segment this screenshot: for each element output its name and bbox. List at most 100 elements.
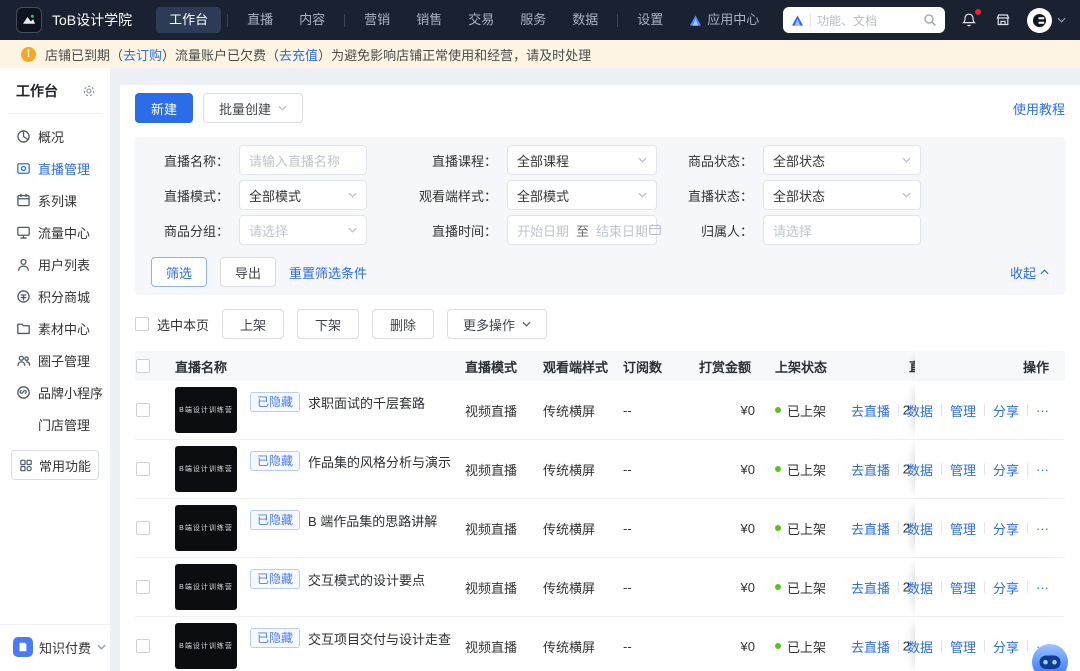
global-search-input[interactable]: 功能、文档: [783, 7, 945, 33]
row-checkbox[interactable]: [136, 639, 150, 653]
sidebar-item-1[interactable]: 直播管理: [0, 152, 110, 184]
content-card: 新建 批量创建 使用教程 直播名称：请输入直播名称直播课程：全部课程商品状态：全…: [120, 85, 1080, 671]
hidden-badge: 已隐藏: [250, 628, 300, 648]
filter-input[interactable]: 请选择: [763, 215, 921, 245]
collapse-link[interactable]: 收起: [1010, 263, 1049, 282]
knowledge-pay-switcher[interactable]: 知识付费: [0, 624, 110, 659]
common-functions-button[interactable]: 常用功能: [11, 450, 99, 480]
filter-select[interactable]: 全部课程: [507, 145, 657, 175]
sidebar-item-8[interactable]: 品牌小程序: [0, 376, 110, 408]
action-divider: [1027, 463, 1028, 475]
nav-item-3[interactable]: 营销: [351, 7, 403, 33]
sidebar-item-0[interactable]: 概况: [0, 120, 110, 152]
sidebar-item-7[interactable]: 圈子管理: [0, 344, 110, 376]
nav-item-8[interactable]: 设置: [624, 7, 676, 33]
nav-item-0[interactable]: 工作台: [156, 7, 221, 33]
header-checkbox[interactable]: [136, 359, 150, 373]
more-link[interactable]: ···: [1036, 521, 1049, 536]
sidebar-item-label: 品牌小程序: [38, 383, 103, 402]
live-title: 作品集的风格分析与演示: [308, 452, 451, 471]
user-menu[interactable]: [1027, 8, 1066, 33]
share-link[interactable]: 分享: [993, 578, 1019, 597]
manage-link[interactable]: 管理: [950, 519, 976, 538]
filter-daterange[interactable]: 开始日期至结束日期: [507, 215, 657, 245]
more-link[interactable]: ···: [1036, 580, 1049, 595]
notice-link[interactable]: 去订购: [123, 48, 162, 63]
grid-icon: [19, 458, 33, 472]
nav-item-2[interactable]: 内容: [286, 7, 338, 33]
share-link[interactable]: 分享: [993, 401, 1019, 420]
export-button[interactable]: 导出: [220, 257, 276, 287]
share-link[interactable]: 分享: [993, 637, 1019, 656]
nav-item-4[interactable]: 销售: [403, 7, 455, 33]
manage-link[interactable]: 管理: [950, 637, 976, 656]
live-mode: 视频直播: [465, 637, 517, 656]
date-end-placeholder: 结束日期: [596, 221, 648, 240]
filter-select[interactable]: 全部状态: [763, 180, 921, 210]
filter-input[interactable]: 请输入直播名称: [239, 145, 367, 175]
manage-link[interactable]: 管理: [950, 401, 976, 420]
triangle-logo-icon: [689, 14, 702, 27]
collapse-label: 收起: [1010, 263, 1036, 282]
more-actions-button[interactable]: 更多操作: [447, 309, 547, 339]
topnav-right: 功能、文档: [783, 7, 1066, 33]
nav-item-5[interactable]: 交易: [455, 7, 507, 33]
nav-item-9[interactable]: 应用中心: [676, 7, 772, 33]
nav-item-1[interactable]: 直播: [234, 7, 286, 33]
nav-item-label: 设置: [637, 7, 663, 33]
filter-field-2-2: 归属人：请选择: [681, 215, 1049, 245]
share-link[interactable]: 分享: [993, 460, 1019, 479]
thumbnail-text: B端设计训练营: [179, 582, 233, 592]
sidebar-item-9[interactable]: 门店管理: [0, 408, 110, 440]
col-header-mode: 直播模式: [465, 351, 543, 381]
filter-button[interactable]: 筛选: [151, 257, 207, 287]
live-mode: 视频直播: [465, 519, 517, 538]
delete-button[interactable]: 删除: [372, 309, 434, 339]
manage-link[interactable]: 管理: [950, 578, 976, 597]
thumbnail-text: B端设计训练营: [179, 523, 233, 533]
sidebar-item-2[interactable]: 系列课: [0, 184, 110, 216]
publish-button[interactable]: 上架: [222, 309, 284, 339]
action-divider: [984, 463, 985, 475]
create-button[interactable]: 新建: [135, 93, 193, 123]
filter-select[interactable]: 全部模式: [239, 180, 367, 210]
sidebar-item-6[interactable]: 素材中心: [0, 312, 110, 344]
action-divider: [984, 404, 985, 416]
row-checkbox[interactable]: [136, 403, 150, 417]
calendar-icon: [648, 223, 662, 237]
live-icon: [16, 161, 31, 176]
row-checkbox[interactable]: [136, 580, 150, 594]
more-link[interactable]: ···: [1036, 403, 1049, 418]
filter-select[interactable]: 全部模式: [507, 180, 657, 210]
book-icon: [13, 637, 33, 657]
gear-icon[interactable]: [82, 84, 96, 98]
sidebar-item-4[interactable]: 用户列表: [0, 248, 110, 280]
notification-bell-icon[interactable]: [959, 10, 979, 30]
row-checkbox[interactable]: [136, 521, 150, 535]
action-divider: [984, 581, 985, 593]
share-link[interactable]: 分享: [993, 519, 1019, 538]
nav-item-6[interactable]: 服务: [507, 7, 559, 33]
sidebar-item-5[interactable]: 积分商城: [0, 280, 110, 312]
assistant-robot-button[interactable]: [1031, 643, 1069, 671]
row-checkbox[interactable]: [136, 462, 150, 476]
shop-icon[interactable]: [993, 10, 1013, 30]
batch-create-button[interactable]: 批量创建: [203, 93, 303, 123]
notification-badge: [975, 9, 981, 15]
nav-item-7[interactable]: 数据: [559, 7, 611, 33]
reset-filters-link[interactable]: 重置筛选条件: [289, 263, 367, 282]
select-page-checkbox[interactable]: [135, 317, 149, 331]
more-link[interactable]: ···: [1036, 462, 1049, 477]
live-thumbnail: B端设计训练营: [175, 505, 237, 551]
filter-select[interactable]: 全部状态: [763, 145, 921, 175]
reward-amount: ¥0: [741, 639, 755, 654]
notice-link[interactable]: 去充值: [279, 48, 318, 63]
bulk-toolbar: 选中本页 上架 下架 删除 更多操作: [135, 309, 1065, 339]
sidebar-item-3[interactable]: 流量中心: [0, 216, 110, 248]
filter-select[interactable]: 请选择: [239, 215, 367, 245]
manage-link[interactable]: 管理: [950, 460, 976, 479]
tutorial-link[interactable]: 使用教程: [1013, 99, 1065, 118]
unpublish-button[interactable]: 下架: [297, 309, 359, 339]
nav-divider: [617, 14, 618, 27]
user-icon: [16, 257, 31, 272]
